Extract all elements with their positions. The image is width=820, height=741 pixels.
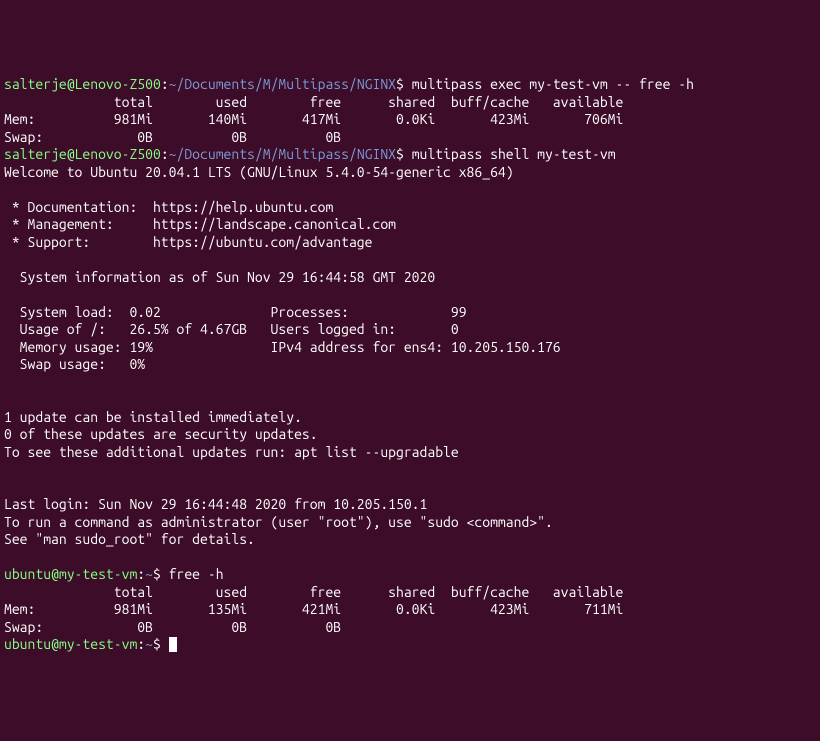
documentation-line: * Documentation: https://help.ubuntu.com (4, 199, 333, 215)
vm-prompt-line-2: ubuntu@my-test-vm:~$ (4, 636, 169, 652)
prompt-user-host: ubuntu@my-test-vm (4, 636, 137, 652)
prompt-user-host: salterje@Lenovo-Z500 (4, 76, 161, 92)
sudo-hint-line-1: To run a command as administrator (user … (4, 514, 553, 530)
free-mem-1: Mem: 981Mi 140Mi 417Mi 0.0Ki 423Mi 706Mi (4, 111, 623, 127)
sysinfo-line-1: System load: 0.02 Processes: 99 (4, 304, 467, 320)
prompt-path: ~ (145, 566, 153, 582)
sudo-hint-line-2: See "man sudo_root" for details. (4, 531, 255, 547)
welcome-line: Welcome to Ubuntu 20.04.1 LTS (GNU/Linux… (4, 164, 514, 180)
free-header-1: total used free shared buff/cache availa… (4, 94, 623, 110)
management-line: * Management: https://landscape.canonica… (4, 216, 396, 232)
sysinfo-line-3: Memory usage: 19% IPv4 address for ens4:… (4, 339, 561, 355)
prompt-path: ~/Documents/M/Multipass/NGINX (169, 76, 396, 92)
prompt-colon: : (137, 636, 145, 652)
prompt-path: ~ (145, 636, 153, 652)
prompt-line-1: salterje@Lenovo-Z500:~/Documents/M/Multi… (4, 76, 694, 92)
prompt-user-host: salterje@Lenovo-Z500 (4, 146, 161, 162)
update-line-1: 1 update can be installed immediately. (4, 409, 302, 425)
terminal-output[interactable]: salterje@Lenovo-Z500:~/Documents/M/Multi… (4, 76, 816, 654)
sysinfo-line-4: Swap usage: 0% (4, 356, 145, 372)
prompt-colon: : (161, 146, 169, 162)
free-header-2: total used free shared buff/cache availa… (4, 584, 623, 600)
update-line-2: 0 of these updates are security updates. (4, 426, 318, 442)
support-line: * Support: https://ubuntu.com/advantage (4, 234, 372, 250)
prompt-colon: : (137, 566, 145, 582)
command-text: free -h (169, 566, 224, 582)
prompt-dollar: $ (396, 76, 412, 92)
prompt-dollar: $ (153, 566, 169, 582)
prompt-colon: : (161, 76, 169, 92)
sysinfo-line-2: Usage of /: 26.5% of 4.67GB Users logged… (4, 321, 459, 337)
command-text: multipass shell my-test-vm (412, 146, 616, 162)
free-swap-2: Swap: 0B 0B 0B (4, 619, 341, 635)
command-text: multipass exec my-test-vm -- free -h (412, 76, 694, 92)
update-line-3: To see these additional updates run: apt… (4, 444, 459, 460)
prompt-user-host: ubuntu@my-test-vm (4, 566, 137, 582)
prompt-path: ~/Documents/M/Multipass/NGINX (169, 146, 396, 162)
vm-prompt-line-1: ubuntu@my-test-vm:~$ free -h (4, 566, 224, 582)
cursor-icon (169, 637, 177, 652)
prompt-dollar: $ (396, 146, 412, 162)
free-mem-2: Mem: 981Mi 135Mi 421Mi 0.0Ki 423Mi 711Mi (4, 601, 623, 617)
prompt-dollar: $ (153, 636, 169, 652)
last-login-line: Last login: Sun Nov 29 16:44:48 2020 fro… (4, 496, 427, 512)
free-swap-1: Swap: 0B 0B 0B (4, 129, 341, 145)
sysinfo-header: System information as of Sun Nov 29 16:4… (4, 269, 435, 285)
prompt-line-2: salterje@Lenovo-Z500:~/Documents/M/Multi… (4, 146, 616, 162)
